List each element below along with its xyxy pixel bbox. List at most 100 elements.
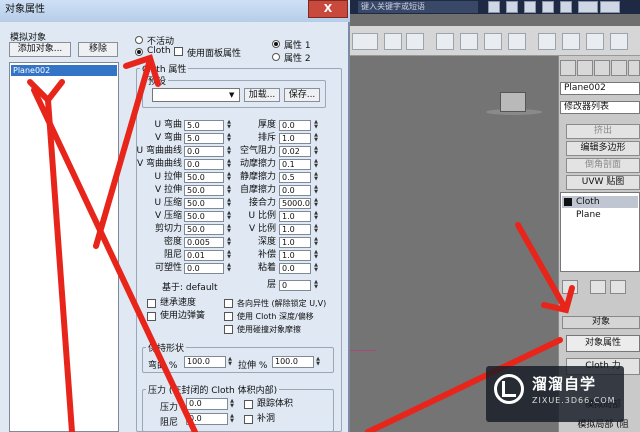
- use-cloth-depth-checkbox[interactable]: [224, 312, 233, 321]
- spinner-icon[interactable]: ▲ ▼: [315, 357, 321, 368]
- param-field[interactable]: 1.0: [279, 250, 311, 261]
- material-editor-icon[interactable]: [538, 33, 556, 50]
- close-button[interactable]: X: [308, 0, 348, 18]
- viewport-object[interactable]: [500, 92, 526, 112]
- edit-poly-button[interactable]: 编辑多边形: [566, 141, 640, 156]
- pin-stack-icon[interactable]: [562, 280, 578, 294]
- param-field[interactable]: 0.0: [279, 263, 311, 274]
- param-field[interactable]: 5000.0: [279, 198, 311, 209]
- param-field[interactable]: 0.0: [184, 159, 224, 170]
- stack-item-plane[interactable]: Plane: [562, 209, 638, 221]
- spinner-icon[interactable]: ▲ ▼: [313, 159, 319, 170]
- save-button[interactable]: 保存...: [284, 88, 320, 102]
- spinner-icon[interactable]: ▲ ▼: [313, 263, 319, 274]
- render-frame-icon[interactable]: [586, 33, 604, 50]
- param-field[interactable]: 50.0: [184, 198, 224, 209]
- param-field[interactable]: 1.0: [279, 211, 311, 222]
- chevron-down-icon[interactable]: ▼: [229, 91, 234, 99]
- track-volume-checkbox[interactable]: [244, 400, 253, 409]
- load-button[interactable]: 加载...: [244, 88, 280, 102]
- extrude-button[interactable]: 挤出: [566, 124, 640, 139]
- spinner-icon[interactable]: ▲ ▼: [313, 133, 319, 144]
- radio-cloth[interactable]: [135, 48, 143, 56]
- spinner-icon[interactable]: ▲ ▼: [313, 172, 319, 183]
- bend-pct-field[interactable]: 100.0: [184, 356, 226, 368]
- spinner-icon[interactable]: ▲ ▼: [229, 399, 235, 410]
- param-field[interactable]: 50.0: [184, 211, 224, 222]
- rollout-object[interactable]: 对象: [562, 316, 640, 329]
- maximize-icon[interactable]: [600, 1, 620, 13]
- star-icon[interactable]: [506, 1, 518, 13]
- cap-holes-checkbox[interactable]: [244, 415, 253, 424]
- add-objects-button[interactable]: 添加对象...: [9, 42, 71, 57]
- param-field[interactable]: 0.0: [184, 146, 224, 157]
- param-field[interactable]: 0: [279, 280, 311, 291]
- preset-dropdown[interactable]: [152, 88, 240, 102]
- show-end-result-icon[interactable]: [590, 280, 606, 294]
- spinner-icon[interactable]: ▲ ▼: [313, 237, 319, 248]
- pressure-field[interactable]: 0.0: [186, 398, 228, 410]
- object-properties-button[interactable]: 对象属性: [566, 335, 640, 352]
- display-tab-icon[interactable]: [628, 60, 640, 76]
- spinner-icon[interactable]: ▲ ▼: [313, 146, 319, 157]
- use-collision-friction-checkbox[interactable]: [224, 325, 233, 334]
- minimize-icon[interactable]: [578, 1, 598, 13]
- expand-icon[interactable]: [564, 198, 572, 206]
- hierarchy-tab-icon[interactable]: [594, 60, 610, 76]
- curve-editor-icon[interactable]: [484, 33, 502, 50]
- radio-prop2[interactable]: [272, 53, 280, 61]
- param-field[interactable]: 1.0: [279, 133, 311, 144]
- param-field[interactable]: 50.0: [184, 224, 224, 235]
- param-field[interactable]: 50.0: [184, 172, 224, 183]
- key-icon[interactable]: [542, 1, 554, 13]
- render-icon[interactable]: [610, 33, 628, 50]
- param-field[interactable]: 0.005: [184, 237, 224, 248]
- schematic-icon[interactable]: [508, 33, 526, 50]
- spinner-icon[interactable]: ▲ ▼: [313, 250, 319, 261]
- stack-item-cloth[interactable]: Cloth: [562, 196, 638, 208]
- modifier-list-dropdown[interactable]: 修改器列表: [560, 101, 640, 114]
- search-input[interactable]: 键入关键字或短语: [358, 1, 478, 13]
- spinner-icon[interactable]: ▲ ▼: [313, 198, 319, 209]
- param-field[interactable]: 0.02: [279, 146, 311, 157]
- spinner-icon[interactable]: ▲ ▼: [313, 224, 319, 235]
- param-field[interactable]: 50.0: [184, 185, 224, 196]
- view-dropdown[interactable]: [352, 33, 378, 50]
- modify-tab-icon[interactable]: [577, 60, 593, 76]
- param-field[interactable]: 1.0: [279, 224, 311, 235]
- param-field[interactable]: 0.0: [279, 185, 311, 196]
- list-item[interactable]: Plane002: [11, 65, 117, 76]
- make-unique-icon[interactable]: [610, 280, 626, 294]
- anisotropic-checkbox[interactable]: [224, 299, 233, 308]
- use-edge-springs-checkbox[interactable]: [147, 312, 156, 321]
- spinner-icon[interactable]: ▲ ▼: [313, 211, 319, 222]
- param-field[interactable]: 1.0: [279, 237, 311, 248]
- param-field[interactable]: 0.0: [184, 263, 224, 274]
- param-field[interactable]: 0.1: [279, 159, 311, 170]
- graph-editor-icon[interactable]: [460, 33, 478, 50]
- spinner-icon[interactable]: ▲ ▼: [313, 280, 319, 291]
- motion-tab-icon[interactable]: [611, 60, 627, 76]
- spinner-icon[interactable]: ▲ ▼: [227, 357, 233, 368]
- damping-field[interactable]: 0.0: [186, 413, 228, 425]
- object-name-field[interactable]: Plane002: [560, 82, 640, 95]
- bevel-profile-button[interactable]: 倒角剖面: [566, 158, 640, 173]
- inherit-velocity-checkbox[interactable]: [147, 299, 156, 308]
- radio-prop1[interactable]: [272, 40, 280, 48]
- param-field[interactable]: 0.0: [279, 120, 311, 131]
- spinner-icon[interactable]: ▲ ▼: [313, 120, 319, 131]
- stretch-pct-field[interactable]: 100.0: [272, 356, 314, 368]
- dialog-title-bar[interactable]: [0, 0, 350, 22]
- radio-inactive[interactable]: [135, 36, 143, 44]
- mirror-icon[interactable]: [384, 33, 402, 50]
- render-setup-icon[interactable]: [562, 33, 580, 50]
- use-panel-props-checkbox[interactable]: [174, 47, 183, 56]
- uvw-map-button[interactable]: UVW 贴图: [566, 175, 640, 190]
- param-field[interactable]: 5.0: [184, 120, 224, 131]
- param-field[interactable]: 0.01: [184, 250, 224, 261]
- layer-icon[interactable]: [436, 33, 454, 50]
- spinner-icon[interactable]: ▲ ▼: [313, 185, 319, 196]
- search-icon[interactable]: [524, 1, 536, 13]
- create-tab-icon[interactable]: [560, 60, 576, 76]
- remove-button[interactable]: 移除: [78, 42, 118, 57]
